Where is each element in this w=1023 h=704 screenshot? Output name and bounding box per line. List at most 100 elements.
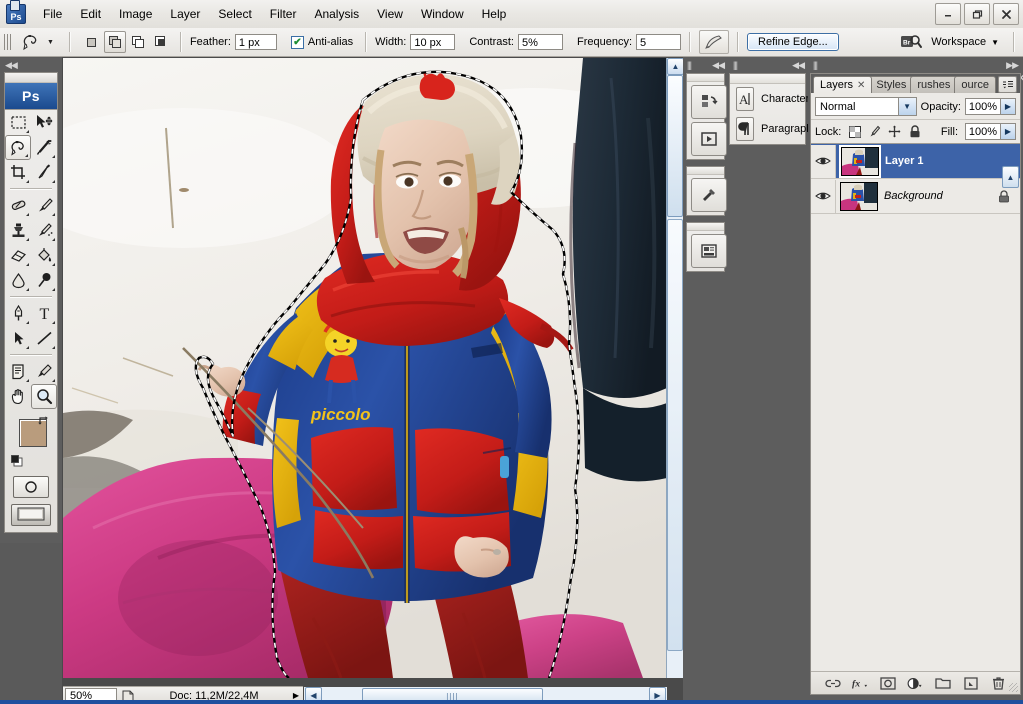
tool-crop[interactable]	[5, 160, 31, 185]
panel-menu-button[interactable]	[998, 76, 1017, 93]
fill-value-field[interactable]: 100%	[965, 123, 1001, 140]
tool-rectangular-marquee[interactable]	[5, 110, 31, 135]
adjustment-layer-icon[interactable]	[907, 675, 923, 691]
tool-path-selection[interactable]	[5, 326, 31, 351]
workspace-button[interactable]: Workspace ▼	[925, 34, 1005, 50]
tab-layers-close-icon[interactable]: ✕	[857, 80, 865, 91]
image-canvas[interactable]: piccolo	[63, 58, 667, 678]
intersect-with-selection-button[interactable]	[150, 31, 172, 53]
swap-colors-icon[interactable]	[37, 415, 51, 427]
lock-all-icon[interactable]	[908, 125, 921, 138]
layer-visibility-toggle-2[interactable]	[811, 180, 836, 213]
tab-styles[interactable]: Styles	[869, 76, 913, 93]
layers-dock-header[interactable]: ||| ▶▶	[808, 57, 1023, 73]
dock-collapse-icon[interactable]: ◀◀	[712, 60, 724, 71]
layers-dock-expand-icon[interactable]: ▶▶	[1006, 60, 1018, 71]
stylus-pressure-button[interactable]	[699, 30, 729, 54]
lock-image-pixels-icon[interactable]	[868, 125, 881, 138]
menu-file[interactable]: File	[34, 3, 71, 25]
menu-view[interactable]: View	[368, 3, 412, 25]
layer-row-background[interactable]: Background	[811, 179, 1020, 214]
paragraph-panel-button[interactable]: Paragraph	[730, 114, 805, 144]
menu-image[interactable]: Image	[110, 3, 161, 25]
history-panel-icon[interactable]	[691, 85, 727, 119]
new-layer-icon[interactable]	[963, 675, 979, 691]
options-bar-grip[interactable]	[4, 32, 13, 52]
layer-mask-icon[interactable]	[880, 675, 896, 691]
vertical-scroll-thumb[interactable]	[667, 75, 683, 217]
tool-magnetic-lasso[interactable]	[5, 135, 31, 160]
new-group-icon[interactable]	[935, 675, 951, 691]
character-panel-drag-bar[interactable]	[730, 74, 805, 84]
icon-group-drag-bar[interactable]	[687, 74, 724, 82]
icon-dock-header-left[interactable]: ||| ◀◀	[683, 57, 728, 73]
fill-slider-arrow-icon[interactable]: ▶	[1001, 123, 1016, 140]
layers-panel-scroll-up-button[interactable]: ▲	[1002, 166, 1019, 188]
go-to-bridge-icon[interactable]: Br	[897, 31, 925, 53]
opacity-slider-arrow-icon[interactable]: ▶	[1001, 98, 1016, 115]
tool-magic-wand[interactable]	[31, 135, 57, 160]
menu-window[interactable]: Window	[412, 3, 473, 25]
icon-group-drag-bar-2[interactable]	[687, 167, 724, 175]
tool-zoom[interactable]	[31, 384, 57, 409]
link-layers-icon[interactable]	[825, 675, 841, 691]
tab-layers[interactable]: Layers ✕	[813, 76, 872, 93]
opacity-value-field[interactable]: 100%	[965, 98, 1001, 115]
tool-brush[interactable]	[31, 193, 57, 218]
tool-line-shape[interactable]	[31, 326, 57, 351]
tools-drag-handle[interactable]	[5, 73, 57, 83]
dock-collapse-icon-2[interactable]: ◀◀	[792, 60, 804, 71]
feather-input[interactable]: 1 px	[235, 34, 277, 50]
tool-hand[interactable]	[5, 384, 31, 409]
screen-mode-button[interactable]	[11, 504, 51, 526]
canvas-vertical-scrollbar[interactable]: ▲	[666, 58, 683, 678]
menu-edit[interactable]: Edit	[71, 3, 110, 25]
tool-history-brush[interactable]	[31, 218, 57, 243]
tool-eyedropper[interactable]	[31, 359, 57, 384]
layer-visibility-toggle-1[interactable]	[811, 145, 836, 178]
lock-transparent-pixels-icon[interactable]	[848, 125, 861, 138]
tool-paint-bucket[interactable]	[31, 243, 57, 268]
scroll-up-button[interactable]: ▲	[667, 58, 684, 75]
blend-mode-select[interactable]: Normal ▼	[815, 97, 917, 116]
default-colors-icon[interactable]	[11, 455, 23, 467]
width-input[interactable]: 10 px	[410, 34, 455, 50]
tools-collapse-button[interactable]: ◀◀	[0, 58, 62, 72]
tool-preset-chevron-icon[interactable]: ▼	[47, 39, 54, 46]
tool-slice[interactable]	[31, 160, 57, 185]
tool-pen[interactable]	[5, 301, 31, 326]
tab-brushes[interactable]: rushes	[910, 76, 957, 93]
add-to-selection-button[interactable]	[104, 31, 126, 53]
tool-dodge[interactable]	[31, 268, 57, 293]
menu-layer[interactable]: Layer	[161, 3, 209, 25]
layer-row-layer-1[interactable]: Layer 1	[811, 144, 1020, 179]
quick-mask-mode-button[interactable]	[13, 476, 49, 498]
tool-presets-panel-icon[interactable]	[691, 178, 727, 212]
tool-type[interactable]: T	[31, 301, 57, 326]
menu-select[interactable]: Select	[209, 3, 260, 25]
refine-edge-button[interactable]: Refine Edge...	[747, 33, 839, 51]
magnetic-lasso-tool-icon[interactable]	[17, 30, 45, 54]
tool-healing-brush[interactable]	[5, 193, 31, 218]
minimize-button[interactable]	[935, 3, 961, 25]
delete-layer-icon[interactable]	[990, 675, 1006, 691]
layer-thumbnail-2[interactable]	[840, 182, 878, 211]
close-button[interactable]	[993, 3, 1019, 25]
anti-alias-checkbox[interactable]: ✔	[291, 36, 304, 49]
actions-panel-icon[interactable]	[691, 122, 727, 156]
menu-filter[interactable]: Filter	[261, 3, 306, 25]
menu-analysis[interactable]: Analysis	[305, 3, 368, 25]
anti-alias-checkbox-wrap[interactable]: ✔ Anti-alias	[291, 36, 357, 49]
restore-button[interactable]	[964, 3, 990, 25]
contrast-input[interactable]: 5%	[518, 34, 563, 50]
layer-comps-panel-icon[interactable]	[691, 234, 727, 268]
panel-resize-grip[interactable]	[1009, 683, 1018, 692]
tool-notes[interactable]	[5, 359, 31, 384]
vertical-scroll-track[interactable]	[667, 219, 683, 651]
layer-style-icon[interactable]: fx	[852, 675, 868, 691]
blend-mode-chevron-down-icon[interactable]: ▼	[898, 98, 916, 115]
tool-blur[interactable]	[5, 268, 31, 293]
tool-clone-stamp[interactable]	[5, 218, 31, 243]
lock-position-icon[interactable]	[888, 125, 901, 138]
icon-group-drag-bar-3[interactable]	[687, 223, 724, 231]
